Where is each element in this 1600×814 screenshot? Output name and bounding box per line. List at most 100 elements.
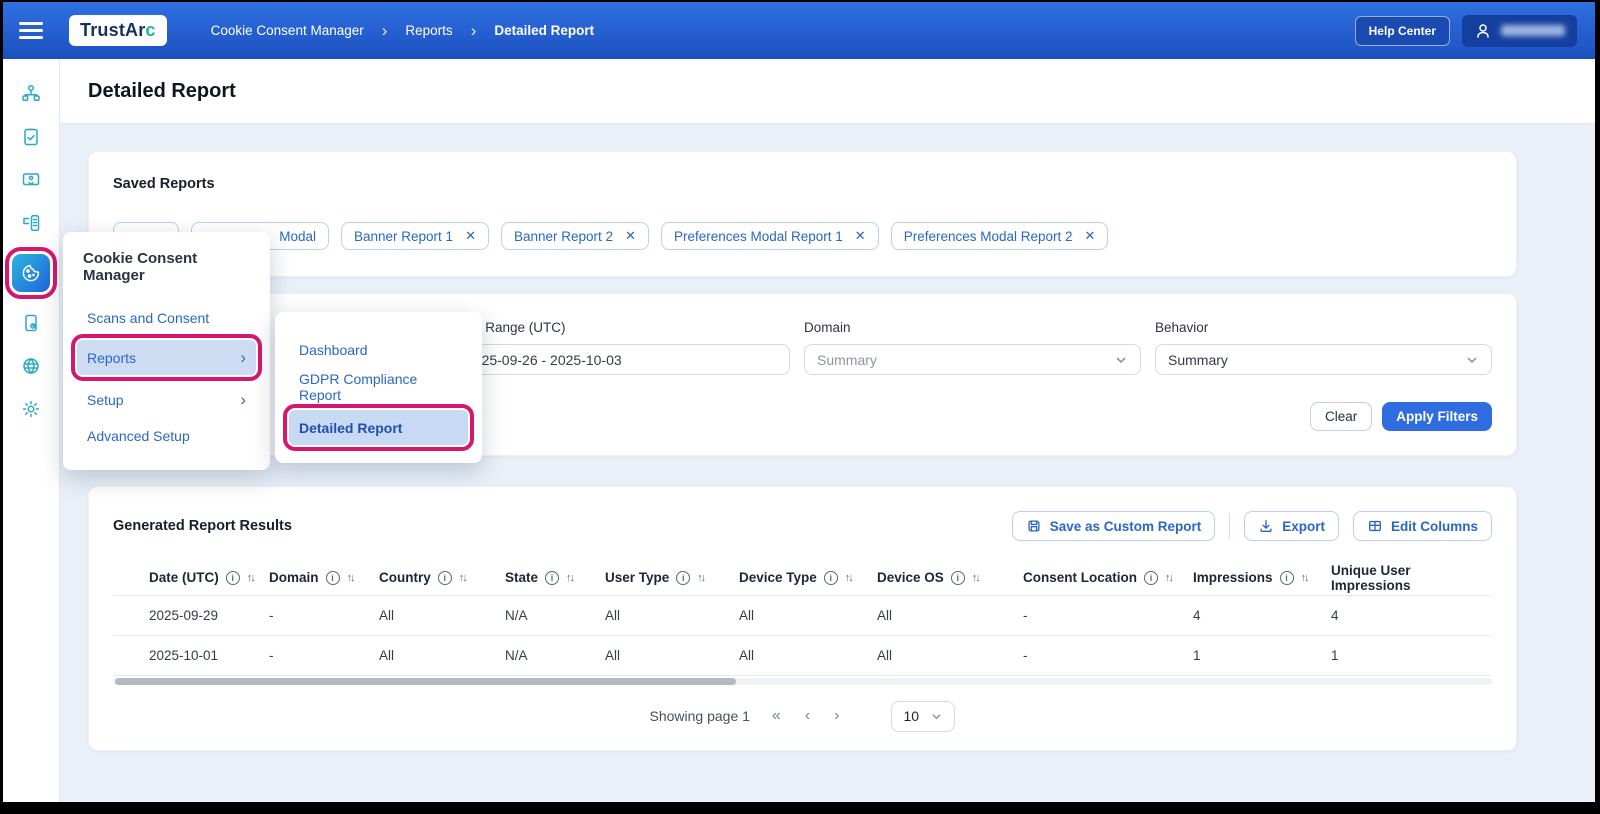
domain-select[interactable]: Summary [804,344,1141,375]
saved-report-chip[interactable]: Preferences Modal Report 1 ✕ [660,222,879,250]
info-icon[interactable]: i [545,570,560,585]
submenu-item-detailed-report[interactable]: Detailed Report [283,404,474,451]
breadcrumb-cookie-consent-manager[interactable]: Cookie Consent Manager [211,23,364,38]
scrollbar-thumb[interactable] [115,677,736,685]
sidebar-item-banner[interactable] [12,161,50,199]
page-size-select[interactable]: 10 [891,700,956,732]
saved-report-chip[interactable]: Banner Report 1 ✕ [341,222,489,250]
save-as-custom-report-button[interactable]: Save as Custom Report [1011,511,1216,541]
submenu-item-dashboard[interactable]: Dashboard [289,332,468,367]
behavior-label: Behavior [1155,320,1209,335]
domain-filter: Domain Summary [804,320,1141,375]
hamburger-menu-icon[interactable] [19,22,43,39]
info-icon[interactable]: i [823,570,838,585]
table-cell: 1 [1331,634,1492,676]
sort-icon[interactable]: ↑↓ [566,572,575,584]
page-title: Detailed Report [88,79,236,102]
table-cell: All [739,594,877,635]
sidebar-item-forms[interactable] [12,204,50,242]
saved-report-chip[interactable]: Banner Report 2 ✕ [500,222,649,250]
help-center-button[interactable]: Help Center [1354,15,1450,46]
sort-icon[interactable]: ↑↓ [347,572,356,584]
sidebar-item-clipboard[interactable] [12,118,50,156]
info-icon[interactable]: i [950,570,965,585]
nav-menu-popover: Cookie Consent Manager Scans and Consent… [63,232,270,470]
saved-report-chips: Modal Banner Report 1 ✕ Banner Report 2 … [113,222,1492,250]
first-page-button[interactable]: « [770,707,783,725]
settings-gear-icon [22,400,40,418]
info-icon[interactable]: i [676,570,691,585]
menu-item-setup[interactable]: Setup › [77,382,256,417]
sidebar-item-ai[interactable] [12,347,50,385]
column-header-impressions[interactable]: Impressions i ↑↓ [1193,561,1331,595]
close-icon[interactable]: ✕ [1085,228,1096,244]
horizontal-scrollbar[interactable] [113,677,1492,685]
column-header-date[interactable]: Date (UTC) i ↑↓ [113,561,269,595]
info-icon[interactable]: i [325,570,340,585]
sidebar-item-cookie-consent[interactable] [5,247,57,299]
table-cell: 1 [1193,634,1331,676]
close-icon[interactable]: ✕ [465,228,476,244]
column-header-device-os[interactable]: Device OS i ↑↓ [877,561,1023,595]
sidebar-item-settings[interactable] [12,390,50,428]
saved-report-chip[interactable]: Preferences Modal Report 2 ✕ [890,222,1109,250]
sort-icon[interactable]: ↑↓ [972,572,981,584]
trustarc-logo[interactable]: TrustArc [69,15,167,46]
sort-icon[interactable]: ↑↓ [1165,572,1174,584]
info-icon[interactable]: i [1279,570,1294,585]
date-range-filter: Date Range (UTC) 2025-09-26 - 2025-10-03 [453,320,790,375]
sidebar-item-sitemap[interactable] [12,75,50,113]
results-header: Generated Report Results Save as Custom … [113,511,1492,541]
sort-icon[interactable]: ↑↓ [697,572,706,584]
column-header-consent-location[interactable]: Consent Location i ↑↓ [1023,561,1193,595]
column-header-country[interactable]: Country i ↑↓ [379,561,505,595]
sidebar-item-policy[interactable] [12,304,50,342]
chevron-down-icon [932,713,941,719]
user-menu-button[interactable] [1462,14,1577,47]
sort-icon[interactable]: ↑↓ [247,572,256,584]
results-title: Generated Report Results [113,518,292,534]
sidebar-nav [3,59,60,802]
date-range-input[interactable]: 2025-09-26 - 2025-10-03 [453,344,790,375]
behavior-filter: Behavior Summary [1155,320,1492,375]
column-header-state[interactable]: State i ↑↓ [505,561,605,595]
report-table: Date (UTC) i ↑↓ Domain i ↑↓ Country i ↑↓ State… [113,561,1492,676]
sort-icon[interactable]: ↑↓ [1301,572,1310,584]
table-cell: All [379,634,505,676]
next-page-button[interactable]: › [832,707,841,725]
apply-filters-button[interactable]: Apply Filters [1382,402,1492,431]
info-icon[interactable]: i [225,570,240,585]
clear-button[interactable]: Clear [1309,402,1373,431]
sort-icon[interactable]: ↑↓ [845,572,854,584]
submenu-item-gdpr-compliance-report[interactable]: GDPR Compliance Report [289,369,468,404]
column-header-device-type[interactable]: Device Type i ↑↓ [739,561,877,595]
user-icon [1477,23,1489,38]
menu-item-scans-and-consent[interactable]: Scans and Consent [77,300,256,335]
table-cell: N/A [505,594,605,635]
table-row: 2025-10-01 - All N/A All All All - 1 1 [113,634,1492,676]
domain-label: Domain [804,320,851,335]
export-button[interactable]: Export [1244,511,1339,541]
column-header-user-type[interactable]: User Type i ↑↓ [605,561,739,595]
close-icon[interactable]: ✕ [855,228,866,244]
chevron-right-icon: › [240,348,246,367]
menu-item-reports[interactable]: Reports › [71,334,262,381]
table-cell: All [877,634,1023,676]
edit-columns-button[interactable]: Edit Columns [1353,511,1492,541]
info-icon[interactable]: i [1144,570,1158,585]
previous-page-button[interactable]: ‹ [803,707,812,725]
pagination: Showing page 1 « ‹ › 10 [113,700,1492,732]
table-cell: All [605,594,739,635]
info-icon[interactable]: i [437,570,452,585]
sort-icon[interactable]: ↑↓ [459,572,468,584]
column-header-unique-user-impressions[interactable]: Unique User Impressions [1331,561,1492,595]
breadcrumb-detailed-report: Detailed Report [494,23,595,38]
app-window: TrustArc Cookie Consent Manager › Report… [3,2,1595,802]
column-header-domain[interactable]: Domain i ↑↓ [269,561,379,595]
menu-item-advanced-setup[interactable]: Advanced Setup [77,418,256,453]
save-icon [1028,520,1040,532]
date-range-label: Date Range (UTC) [453,320,566,335]
behavior-select[interactable]: Summary [1155,344,1492,375]
close-icon[interactable]: ✕ [625,228,636,244]
breadcrumb-reports[interactable]: Reports [405,23,452,38]
